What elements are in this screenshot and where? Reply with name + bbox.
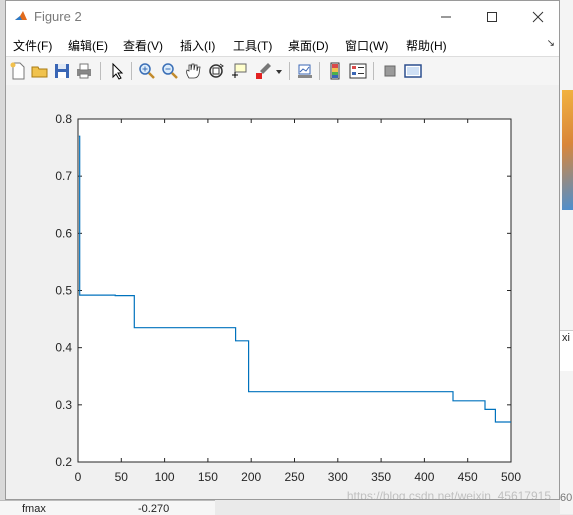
menu-tools[interactable]: 工具(T) bbox=[233, 37, 272, 54]
x-tick-label: 200 bbox=[241, 470, 261, 484]
legend-icon[interactable] bbox=[348, 61, 368, 81]
toolbar-separator bbox=[319, 62, 320, 80]
minimize-button[interactable] bbox=[423, 1, 469, 32]
menu-help[interactable]: 帮助(H) bbox=[406, 37, 447, 54]
window-title: Figure 2 bbox=[34, 9, 82, 24]
background-surface-plot bbox=[562, 90, 573, 210]
figure-window: Figure 2 文件(F) 编辑(E) 查看(V) 插入(I) 工具(T) 桌… bbox=[5, 0, 560, 503]
axes-background bbox=[77, 118, 512, 463]
menu-window[interactable]: 窗口(W) bbox=[345, 37, 388, 54]
y-tick-label: 0.2 bbox=[55, 455, 72, 469]
show-plot-tools-icon[interactable] bbox=[403, 61, 423, 81]
x-tick-label: 500 bbox=[501, 470, 521, 484]
x-tick-label: 350 bbox=[371, 470, 391, 484]
zoom-in-icon[interactable] bbox=[137, 61, 157, 81]
menu-insert[interactable]: 插入(I) bbox=[180, 37, 215, 54]
maximize-button[interactable] bbox=[469, 1, 515, 32]
x-tick-label: 250 bbox=[284, 470, 304, 484]
toolbar-separator bbox=[373, 62, 374, 80]
x-tick-label: 300 bbox=[328, 470, 348, 484]
y-tick-label: 0.5 bbox=[55, 284, 72, 298]
close-icon bbox=[532, 11, 544, 22]
new-figure-icon[interactable] bbox=[8, 61, 28, 81]
background-right-text: xi bbox=[562, 332, 570, 344]
title-bar: Figure 2 bbox=[6, 1, 559, 32]
minimize-icon bbox=[441, 16, 451, 17]
workspace-variable-value: -0.270 bbox=[138, 503, 170, 515]
workspace-variable-name: fmax bbox=[22, 503, 46, 515]
x-tick-label: 0 bbox=[75, 470, 82, 484]
menu-desktop[interactable]: 桌面(D) bbox=[288, 37, 329, 54]
x-tick-label: 150 bbox=[198, 470, 218, 484]
y-tick-label: 0.7 bbox=[55, 169, 72, 183]
toolbar-separator bbox=[100, 62, 101, 80]
open-file-icon[interactable] bbox=[30, 61, 50, 81]
data-cursor-icon[interactable] bbox=[229, 61, 249, 81]
line-plot[interactable]: 0 50 100 150 200 250 300 350 400 450 500 0.2 0.3 0.4 0… bbox=[6, 85, 559, 503]
x-tick-label: 450 bbox=[458, 470, 478, 484]
menu-bar: 文件(F) 编辑(E) 查看(V) 插入(I) 工具(T) 桌面(D) 窗口(W… bbox=[6, 32, 559, 56]
menu-view[interactable]: 查看(V) bbox=[123, 37, 163, 54]
edit-plot-icon[interactable] bbox=[107, 61, 127, 81]
toolbar-separator bbox=[131, 62, 132, 80]
brush-icon[interactable] bbox=[254, 61, 274, 81]
y-tick-label: 0.3 bbox=[55, 398, 72, 412]
link-plot-icon[interactable] bbox=[295, 61, 315, 81]
toolbar-separator bbox=[289, 62, 290, 80]
menu-file[interactable]: 文件(F) bbox=[13, 37, 52, 54]
close-button[interactable] bbox=[515, 1, 561, 32]
colorbar-icon[interactable] bbox=[325, 61, 345, 81]
brush-dropdown-icon[interactable] bbox=[274, 61, 284, 81]
figure-toolbar bbox=[6, 56, 559, 86]
print-icon[interactable] bbox=[74, 61, 94, 81]
x-tick-label: 400 bbox=[414, 470, 434, 484]
matlab-logo-icon bbox=[14, 9, 29, 24]
dock-figure-icon[interactable]: ↘ bbox=[547, 38, 555, 49]
x-tick-label: 50 bbox=[115, 470, 129, 484]
zoom-out-icon[interactable] bbox=[160, 61, 180, 81]
maximize-icon bbox=[487, 11, 497, 22]
watermark-text: https://blog.csdn.net/weixin_45617915 bbox=[347, 489, 551, 499]
workspace-row: fmax -0.270 bbox=[0, 500, 215, 515]
y-tick-label: 0.4 bbox=[55, 341, 72, 355]
save-icon[interactable] bbox=[52, 61, 72, 81]
figure-canvas[interactable]: 0 50 100 150 200 250 300 350 400 450 500 0.2 0.3 0.4 0… bbox=[6, 85, 559, 503]
rotate-3d-icon[interactable] bbox=[206, 61, 226, 81]
hide-plot-tools-icon[interactable] bbox=[380, 61, 400, 81]
y-tick-label: 0.6 bbox=[55, 226, 72, 240]
y-tick-label: 0.8 bbox=[55, 112, 72, 126]
menu-edit[interactable]: 编辑(E) bbox=[68, 37, 108, 54]
background-corner-text: 60 bbox=[560, 492, 573, 504]
background-window-right: xi 60 bbox=[560, 0, 573, 514]
pan-icon[interactable] bbox=[183, 61, 203, 81]
x-tick-label: 100 bbox=[155, 470, 175, 484]
